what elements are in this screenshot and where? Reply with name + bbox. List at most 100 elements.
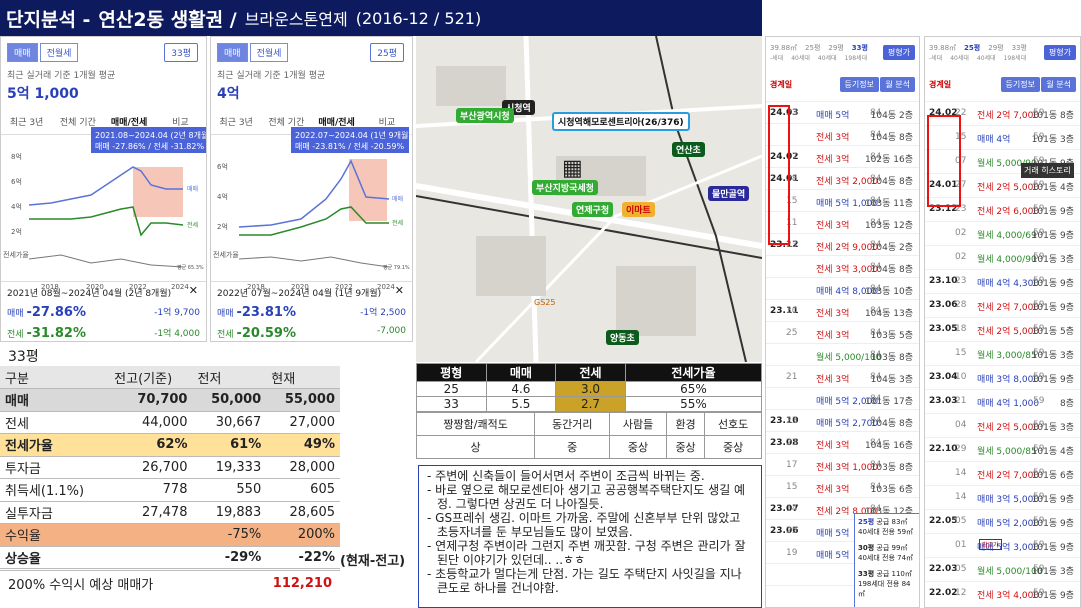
list-item[interactable]: 22.02 12 전세 3억 4,000 59 101동 9층	[925, 581, 1080, 605]
size-tab[interactable]: 25평	[805, 43, 820, 53]
map-label-emart[interactable]: 이마트	[622, 202, 655, 217]
list-item[interactable]: 전세 3억 3,000 84 104동 8층	[766, 255, 919, 277]
list-cell: 28	[955, 300, 967, 310]
tab-sale[interactable]: 매매	[217, 43, 248, 62]
list-cell: 104동 2층	[870, 243, 913, 253]
map-label-school2[interactable]: 양동초	[606, 330, 639, 345]
list-cell: 104동 13층	[864, 309, 913, 319]
sale-change: -27.86%	[26, 305, 86, 320]
jeonse-diff: -1억 4,000	[154, 329, 200, 339]
price-panel-25: 매매 전월세 25평 최근 실거래 기준 1개월 평균 4억 최근 3년 전체 기간…	[210, 36, 413, 342]
page-title-bar: 단지분석 - 연산2동 생활권 / 브라운스톤연제 (2016-12 / 521…	[0, 0, 762, 36]
table-cell: 50,000	[192, 388, 267, 412]
apartment-marker-icon[interactable]: ▦	[562, 156, 583, 181]
size-tab[interactable]: 33평	[852, 43, 868, 53]
sale-change: -23.81%	[236, 305, 296, 320]
list-cell: 매매 5억 2,700	[816, 419, 879, 429]
y-tick: 2억	[11, 228, 22, 236]
list-item[interactable]: 23.03 21 매매 4억 1,000 59 8층	[925, 389, 1080, 413]
map-label-cityhall[interactable]: 부산광역시청	[456, 108, 514, 123]
map-label-gs25[interactable]: GS25	[534, 298, 555, 307]
popup-row[interactable]: 30평 공급 99㎡ 40세대 전용 74㎡	[858, 543, 916, 563]
size-tab[interactable]: 39.88㎡	[770, 43, 797, 53]
list-cell: 59	[1033, 396, 1045, 406]
analysis-button[interactable]: 월 분석	[880, 77, 915, 92]
close-icon[interactable]: ✕	[189, 284, 198, 297]
change-summary: 2022년 07월~2024년 04월 (1년 9개월) ✕ 매매 -23.81…	[211, 281, 412, 341]
list-item[interactable]: 월세 5,000/100 84 103동 8층	[766, 343, 919, 365]
close-icon[interactable]: ✕	[395, 284, 404, 297]
list-item[interactable]: 22.10 29 월세 5,000/85 59 101동 4층	[925, 437, 1080, 461]
map-label-school[interactable]: 연산초	[672, 142, 705, 157]
list-item[interactable]: 23.10 23 매매 4억 4,300 59 101동 9층	[925, 269, 1080, 293]
list-item[interactable]: 매매 4억 8,000 84 103동 10층	[766, 277, 919, 299]
y-tick: 전세가율	[3, 250, 29, 259]
map-label-tax-office[interactable]: 부산지방국세청	[532, 180, 598, 195]
size-tab[interactable]: 29평	[828, 43, 843, 53]
map-label-station[interactable]: 물만골역	[708, 186, 750, 201]
list-item[interactable]: 02 월세 4,000/69 59 101동 9층	[925, 221, 1080, 245]
list-item[interactable]: 23.05 18 전세 2억 5,000 59 101동 5층	[925, 317, 1080, 341]
col-ratio: 전세가율	[624, 363, 763, 382]
popup-row[interactable]: 33평 공급 110㎡ 198세대 전용 84㎡	[858, 569, 916, 599]
list-cell: 01	[955, 540, 967, 550]
list-cell: 전세 2억 6,000	[977, 207, 1040, 217]
size-select[interactable]: 33평	[164, 43, 198, 62]
list-item[interactable]: 23.06 28 전세 2억 7,000 59 101동 9층	[925, 293, 1080, 317]
list-item[interactable]: 02 월세 4,000/90 59 101동 3층	[925, 245, 1080, 269]
size-sub-label: -세대	[770, 55, 784, 62]
list-cell: 05	[955, 516, 967, 526]
analysis-button[interactable]: 월 분석	[1041, 77, 1076, 92]
list-cell: 104동 16층	[864, 441, 913, 451]
tab-jeonse[interactable]: 전월세	[249, 43, 289, 62]
registry-button[interactable]: 등기정보	[1000, 77, 1040, 92]
size-price-button[interactable]: 평형가	[882, 45, 915, 60]
size-select[interactable]: 25평	[370, 43, 404, 62]
list-item[interactable]: 14 매매 3억 5,000 59 101동 9층	[925, 485, 1080, 509]
size-tab[interactable]: 25평	[964, 43, 980, 53]
list-item[interactable]: 23.04 10 매매 3억 8,000 59 101동 9층	[925, 365, 1080, 389]
legend-jeonse: 전세	[392, 219, 403, 227]
table-row: 전세가율 62% 61% 49%	[0, 433, 340, 457]
list-item[interactable]: 25 전세 3억 84 103동 5층	[766, 321, 919, 343]
price-caption: 최근 실거래 기준 1개월 평균	[217, 71, 326, 81]
map-label-new-apt[interactable]: 시청역해모로센트리아(26/376)	[552, 112, 690, 131]
list-item[interactable]: 21 전세 3억 84 104동 3층	[766, 365, 919, 387]
list-cell: 월세 3,000/85	[977, 351, 1037, 361]
list-item[interactable]: 매매 5억 2,000 84 101동 17층	[766, 387, 919, 409]
size-tab[interactable]: 33평	[1012, 43, 1027, 53]
table-header-cell: 구분	[0, 366, 110, 389]
list-item[interactable]: 23.11 30 전세 3억 84 104동 13층	[766, 299, 919, 321]
list-cell: 104동 2층	[870, 111, 913, 121]
cell: 25	[416, 381, 487, 397]
y-tick: 8억	[11, 153, 22, 161]
list-item[interactable]: 23.10 23 매매 5억 2,700 84 104동 8층	[766, 409, 919, 431]
size-sub-label: 198세대	[844, 55, 868, 62]
list-item[interactable]: 22.03 05 월세 5,000/100 59 101동 3층	[925, 557, 1080, 581]
list-cell: 매매 4억	[977, 135, 1011, 145]
list-cell: 전세 3억	[816, 221, 850, 231]
list-cell: 103동 10층	[864, 287, 913, 297]
list-item[interactable]: 01 매매 5억 3,000 59 101동 9층	[925, 533, 1080, 557]
list-item[interactable]: 14 전세 2억 7,000 59 101동 6층	[925, 461, 1080, 485]
list-item[interactable]: 17 전세 3억 1,000 84 103동 8층	[766, 453, 919, 475]
size-price-button[interactable]: 평형가	[1043, 45, 1076, 60]
list-item[interactable]: 04 전세 2억 5,000 59 101동 3층	[925, 413, 1080, 437]
registry-button[interactable]: 등기정보	[839, 77, 879, 92]
size-tab[interactable]: 39.88㎡	[929, 43, 956, 53]
size-tab[interactable]: 29평	[988, 43, 1003, 53]
list-item[interactable]: 23.08 23 전세 3억 84 104동 16층	[766, 431, 919, 453]
size-tabs: 39.88㎡ 25평 29평 33평	[929, 43, 1027, 53]
table-row: 전세 44,000 30,667 27,000	[0, 411, 340, 434]
list-item[interactable]: 15 전세 3억 84 103동 6층	[766, 475, 919, 497]
tab-jeonse[interactable]: 전월세	[39, 43, 79, 62]
table-cell: -22%	[266, 546, 340, 569]
popup-row[interactable]: 25평 공급 83㎡ 40세대 전용 59㎡	[858, 517, 916, 537]
sale-label: 매매	[217, 309, 234, 319]
tab-sale[interactable]: 매매	[7, 43, 38, 62]
table-cell: 550	[192, 478, 267, 502]
list-item[interactable]: 15 월세 3,000/85 59 101동 3층	[925, 341, 1080, 365]
map-view[interactable]: 시청역 부산광역시청 시청역해모로센트리아(26/376) 연산초 부산지방국세…	[416, 36, 762, 362]
list-item[interactable]: 22.05 05 매매 5억 2,000 59 101동 9층	[925, 509, 1080, 533]
map-label-district-office[interactable]: 연제구청	[572, 202, 614, 217]
